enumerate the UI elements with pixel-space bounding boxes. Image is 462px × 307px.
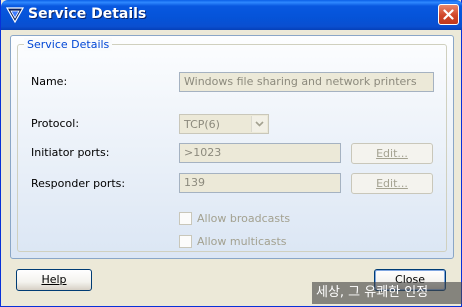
protocol-label: Protocol: xyxy=(31,117,80,130)
overlay-caption: 세상, 그 유쾌한 인정 xyxy=(312,282,462,304)
protocol-selected-value: TCP(6) xyxy=(184,118,220,131)
window-title: Service Details xyxy=(28,6,147,22)
close-window-button[interactable] xyxy=(438,4,459,25)
service-details-dialog: Service Details Service Details Name: Wi… xyxy=(0,0,462,307)
checkbox-box[interactable] xyxy=(179,212,192,225)
initiator-edit-button[interactable]: Edit... xyxy=(351,143,433,164)
group-legend: Service Details xyxy=(24,38,113,51)
help-button-label: Help xyxy=(41,273,67,286)
initiator-ports-field[interactable]: >1023 xyxy=(179,143,341,163)
name-label: Name: xyxy=(31,75,68,88)
responder-ports-field[interactable]: 139 xyxy=(179,173,341,193)
responder-edit-label: Edit... xyxy=(376,177,408,190)
initiator-ports-label: Initiator ports: xyxy=(31,146,110,159)
service-details-group: Service Details Name: Windows file shari… xyxy=(17,38,447,252)
name-field[interactable]: Windows file sharing and network printer… xyxy=(179,72,434,92)
responder-ports-label: Responder ports: xyxy=(31,177,126,190)
allow-multicasts-checkbox[interactable]: Allow multicasts xyxy=(179,235,319,249)
allow-broadcasts-checkbox[interactable]: Allow broadcasts xyxy=(179,212,319,226)
initiator-edit-label: Edit... xyxy=(376,147,408,160)
chevron-down-icon[interactable] xyxy=(251,116,267,132)
responder-edit-button[interactable]: Edit... xyxy=(351,173,433,194)
help-button[interactable]: Help xyxy=(16,269,92,291)
protocol-select[interactable]: TCP(6) xyxy=(179,114,269,134)
title-bar[interactable]: Service Details xyxy=(1,0,462,30)
firewall-shield-icon xyxy=(5,6,25,24)
allow-multicasts-label: Allow multicasts xyxy=(197,235,287,248)
close-icon xyxy=(443,9,454,20)
allow-broadcasts-label: Allow broadcasts xyxy=(197,212,291,225)
content-panel: Service Details Name: Windows file shari… xyxy=(10,35,454,259)
checkbox-box[interactable] xyxy=(179,235,192,248)
